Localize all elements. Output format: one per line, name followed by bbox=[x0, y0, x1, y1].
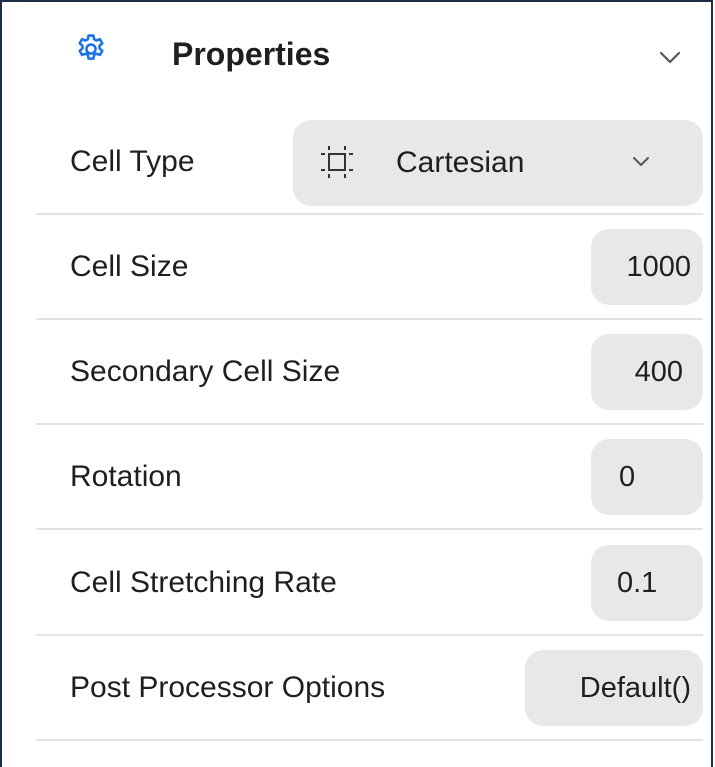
property-row-secondary-cell-size: Secondary Cell Size 400 bbox=[36, 320, 703, 425]
cell-stretching-rate-input[interactable]: 0.1 bbox=[591, 545, 703, 621]
property-row-cell-size: Cell Size 1000 bbox=[36, 215, 703, 320]
cell-type-value: Cartesian bbox=[396, 146, 525, 179]
rotation-input[interactable]: 0 bbox=[591, 439, 703, 515]
cartesian-grid-icon bbox=[321, 146, 353, 178]
property-label: Cell Type bbox=[70, 145, 195, 178]
property-row-cell-type: Cell Type Cartesian bbox=[36, 110, 703, 215]
post-processor-options-input[interactable]: Default() bbox=[525, 650, 703, 726]
panel-header[interactable]: Properties bbox=[2, 2, 711, 110]
property-row-post-processor-options: Post Processor Options Default() bbox=[36, 636, 703, 741]
secondary-cell-size-input[interactable]: 400 bbox=[591, 334, 703, 410]
property-label: Secondary Cell Size bbox=[70, 355, 341, 388]
properties-panel: Properties Cell Type Cartesian Cell Size… bbox=[0, 0, 713, 767]
chevron-down-icon bbox=[633, 157, 649, 166]
property-label: Cell Stretching Rate bbox=[70, 566, 337, 599]
property-label: Rotation bbox=[70, 460, 182, 493]
cell-size-input[interactable]: 1000 bbox=[591, 229, 703, 305]
panel-title: Properties bbox=[172, 36, 331, 72]
property-label: Cell Size bbox=[70, 250, 189, 283]
cell-type-dropdown[interactable]: Cartesian bbox=[293, 120, 703, 206]
chevron-down-icon[interactable] bbox=[652, 42, 688, 72]
property-label: Post Processor Options bbox=[70, 671, 386, 704]
gear-icon bbox=[78, 34, 104, 60]
property-row-rotation: Rotation 0 bbox=[36, 425, 703, 530]
property-row-cell-stretching-rate: Cell Stretching Rate 0.1 bbox=[36, 531, 703, 636]
